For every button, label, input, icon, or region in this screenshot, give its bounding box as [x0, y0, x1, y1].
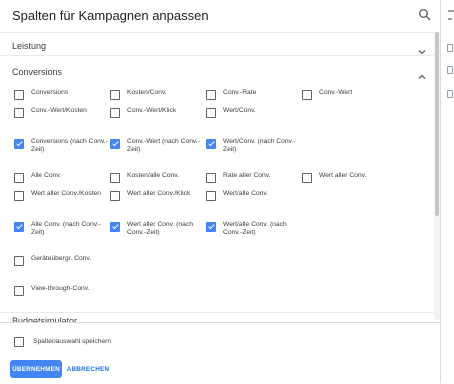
section-conversions[interactable]: Conversions	[0, 55, 434, 86]
option-checkbox[interactable]	[302, 90, 312, 100]
option-item[interactable]: Geräteübergr. Conv.	[14, 255, 110, 266]
option-checkbox[interactable]	[206, 139, 216, 149]
lock-icon	[447, 44, 453, 52]
option-checkbox[interactable]	[14, 256, 24, 266]
apply-button[interactable]: ÜBERNEHMEN	[10, 360, 62, 378]
dialog-header: Spalten für Kampagnen anpassen	[0, 0, 440, 32]
option-checkbox[interactable]	[302, 173, 312, 183]
option-item[interactable]: Alle Conv. (nach Conv.-Zeit)	[14, 221, 110, 237]
option-checkbox[interactable]	[14, 139, 24, 149]
option-label: Wert/alle Conv.	[223, 190, 269, 197]
option-checkbox[interactable]	[110, 222, 120, 232]
option-label: Wert/Conv.	[223, 107, 256, 114]
option-item[interactable]: Conversions	[14, 89, 110, 100]
option-item[interactable]: Conv.-Rate	[206, 89, 302, 100]
option-item[interactable]: Kosten/Conv.	[110, 89, 206, 100]
dialog-title: Spalten für Kampagnen anpassen	[12, 8, 209, 23]
option-label: View-through-Conv.	[31, 285, 90, 292]
option-checkbox[interactable]	[14, 286, 24, 296]
option-checkbox[interactable]	[206, 108, 216, 118]
lock-icon	[447, 90, 453, 98]
save-selection-row[interactable]: Spaltenauswahl speichern	[14, 336, 111, 347]
chevron-up-icon[interactable]	[418, 68, 426, 79]
option-item[interactable]: Wert aller Conv./Kosten	[14, 190, 110, 201]
option-label: Conversions (nach Conv.-Zeit)	[31, 138, 108, 153]
option-checkbox[interactable]	[110, 90, 120, 100]
option-label: Wert aller Conv. (nach Conv.-Zeit)	[127, 221, 193, 236]
scrollbar-thumb[interactable]	[435, 32, 439, 216]
option-label: Geräteübergr. Conv.	[31, 255, 92, 262]
option-checkbox[interactable]	[110, 139, 120, 149]
save-selection-checkbox[interactable]	[14, 337, 24, 347]
option-item[interactable]: Wert/Conv. (nach Conv.-Zeit)	[206, 138, 302, 154]
option-checkbox[interactable]	[206, 90, 216, 100]
save-selection-label: Spaltenauswahl speichern	[33, 338, 112, 345]
option-checkbox[interactable]	[206, 173, 216, 183]
option-checkbox[interactable]	[14, 173, 24, 183]
option-label: Wert aller Conv./Klick	[127, 190, 191, 197]
search-icon[interactable]	[418, 8, 432, 22]
option-item[interactable]: Conv.-Wert/Klick	[110, 107, 206, 118]
option-label: Wert/alle Conv. (nach Conv.-Zeit)	[223, 221, 287, 236]
option-item[interactable]: Conv.-Wert/Kosten	[14, 107, 110, 118]
option-label: Conversions	[31, 89, 69, 96]
option-checkbox[interactable]	[14, 108, 24, 118]
option-checkbox[interactable]	[110, 191, 120, 201]
option-item[interactable]: Wert/alle Conv. (nach Conv.-Zeit)	[206, 221, 302, 237]
option-label: Alle Conv.	[31, 172, 61, 179]
option-item[interactable]: Conv.-Wert (nach Conv.-Zeit)	[110, 138, 206, 154]
section-leistung-label: Leistung	[12, 41, 47, 51]
option-item[interactable]: View-through-Conv.	[14, 285, 110, 296]
option-checkbox[interactable]	[206, 191, 216, 201]
cancel-button[interactable]: ABBRECHEN	[66, 360, 110, 378]
option-item[interactable]: Wert aller Conv./Klick	[110, 190, 206, 201]
option-item[interactable]: Alle Conv.	[14, 172, 110, 183]
background-text-fragment	[448, 10, 454, 12]
option-label: Conv.-Wert/Klick	[127, 107, 177, 114]
customize-columns-dialog: Spalten für Kampagnen anpassen Leistung …	[0, 0, 441, 384]
option-label: Wert aller Conv.	[319, 172, 367, 179]
option-item[interactable]: Conversions (nach Conv.-Zeit)	[14, 138, 110, 154]
option-item[interactable]: Wert/alle Conv.	[206, 190, 302, 201]
option-label: Kosten/alle Conv.	[127, 172, 179, 179]
option-label: Wert/Conv. (nach Conv.-Zeit)	[223, 138, 296, 153]
chevron-down-icon[interactable]	[418, 43, 426, 55]
option-item[interactable]: Conv.-Wert	[302, 89, 398, 100]
option-item[interactable]: Rate aller Conv.	[206, 172, 302, 183]
background-text-fragment	[448, 18, 452, 20]
option-item[interactable]: Wert aller Conv. (nach Conv.-Zeit)	[110, 221, 206, 237]
lock-icon	[447, 66, 453, 74]
option-checkbox[interactable]	[206, 222, 216, 232]
option-label: Conv.-Wert	[319, 89, 353, 96]
background-panel	[441, 0, 454, 383]
option-checkbox[interactable]	[14, 222, 24, 232]
option-item[interactable]: Kosten/alle Conv.	[110, 172, 206, 183]
section-conversions-label: Conversions	[12, 67, 63, 77]
option-label: Conv.-Wert/Kosten	[31, 107, 87, 114]
option-checkbox[interactable]	[14, 90, 24, 100]
option-checkbox[interactable]	[110, 108, 120, 118]
option-label: Alle Conv. (nach Conv.-Zeit)	[31, 221, 101, 236]
option-checkbox[interactable]	[110, 173, 120, 183]
option-label: Rate aller Conv.	[223, 172, 271, 179]
option-item[interactable]: Wert/Conv.	[206, 107, 302, 118]
option-label: Conv.-Wert (nach Conv.-Zeit)	[127, 138, 200, 153]
option-checkbox[interactable]	[14, 191, 24, 201]
option-item[interactable]: Wert aller Conv.	[302, 172, 398, 183]
option-label: Conv.-Rate	[223, 89, 257, 96]
option-label: Kosten/Conv.	[127, 89, 167, 96]
option-label: Wert aller Conv./Kosten	[31, 190, 101, 197]
